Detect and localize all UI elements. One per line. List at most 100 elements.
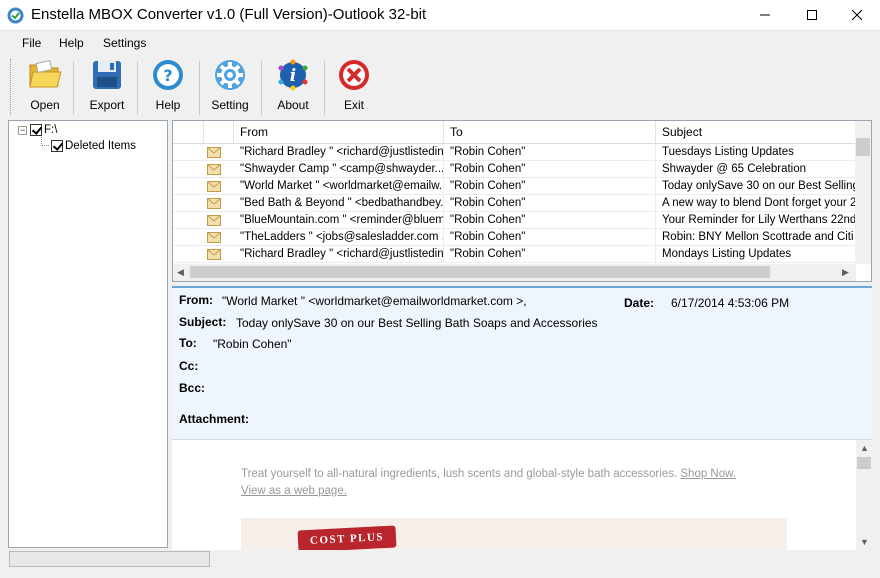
message-row[interactable]: "BlueMountain.com " <reminder@bluem... "… bbox=[173, 212, 856, 229]
message-to: "Robin Cohen" bbox=[444, 195, 656, 212]
about-button[interactable]: i About bbox=[270, 59, 316, 117]
shop-now-link[interactable]: Shop Now. bbox=[680, 468, 736, 480]
maximize-icon bbox=[807, 10, 817, 20]
message-from: "TheLadders " <jobs@salesladder.com ... bbox=[234, 229, 444, 246]
scroll-up-icon[interactable]: ▲ bbox=[860, 440, 869, 457]
from-value: "World Market " <worldmarket@emailworldm… bbox=[222, 294, 527, 308]
envelope-icon bbox=[207, 198, 221, 209]
envelope-icon bbox=[207, 164, 221, 175]
message-list: From To Subject "Richard Bradley " <rich… bbox=[172, 120, 872, 282]
column-header-subject[interactable]: Subject bbox=[656, 121, 856, 144]
message-to: "Robin Cohen" bbox=[444, 246, 656, 263]
toolbar-separator bbox=[199, 61, 200, 115]
open-label: Open bbox=[30, 98, 60, 112]
deleted-items-checkbox[interactable] bbox=[51, 140, 63, 152]
status-progress-field bbox=[9, 551, 210, 567]
scroll-thumb[interactable] bbox=[856, 138, 870, 156]
help-question-icon: ? bbox=[153, 60, 183, 90]
message-row[interactable]: "Shwayder Camp " <camp@shwayder.... "Rob… bbox=[173, 161, 856, 178]
message-subject: Today onlySave 30 on our Best Selling ..… bbox=[656, 178, 856, 195]
tree-root-label: F:\ bbox=[44, 124, 58, 136]
view-web-page-link[interactable]: View as a web page. bbox=[241, 485, 347, 497]
column-header-icon[interactable] bbox=[204, 121, 234, 144]
message-to: "Robin Cohen" bbox=[444, 178, 656, 195]
date-value: 6/17/2014 4:53:06 PM bbox=[671, 296, 790, 310]
save-disk-icon bbox=[93, 61, 121, 89]
toolbar: Open Export ? Help Setting i About Exit bbox=[0, 55, 880, 120]
export-button[interactable]: Export bbox=[83, 59, 131, 117]
message-body-preview: Treat yourself to all-natural ingredient… bbox=[172, 439, 872, 550]
message-row[interactable]: "Bed Bath & Beyond " <bedbathandbey... "… bbox=[173, 195, 856, 212]
message-header-panel: From: "World Market " <worldmarket@email… bbox=[172, 286, 872, 439]
message-row[interactable]: "TheLadders " <jobs@salesladder.com ... … bbox=[173, 229, 856, 246]
folder-tree: − F:\ Deleted Items bbox=[8, 120, 168, 548]
column-header-from[interactable]: From bbox=[234, 121, 444, 144]
app-logo-icon bbox=[7, 7, 24, 24]
close-icon bbox=[851, 9, 863, 21]
to-label: To: bbox=[179, 336, 197, 350]
menu-help[interactable]: Help bbox=[59, 36, 84, 50]
message-to: "Robin Cohen" bbox=[444, 161, 656, 178]
message-subject: Mondays Listing Updates bbox=[656, 246, 856, 263]
message-to: "Robin Cohen" bbox=[444, 144, 656, 161]
about-label: About bbox=[277, 98, 309, 112]
bcc-label: Bcc: bbox=[179, 381, 206, 395]
body-vertical-scrollbar[interactable]: ▲ ▼ bbox=[856, 440, 872, 550]
message-from: "Richard Bradley " <richard@justlistedin… bbox=[234, 144, 444, 161]
maximize-button[interactable] bbox=[789, 0, 835, 30]
window-title: Enstella MBOX Converter v1.0 (Full Versi… bbox=[31, 6, 427, 23]
svg-text:?: ? bbox=[163, 66, 172, 85]
gear-icon bbox=[215, 60, 245, 90]
message-to: "Robin Cohen" bbox=[444, 212, 656, 229]
minimize-icon bbox=[760, 14, 770, 16]
tree-item-deleted-items[interactable]: Deleted Items bbox=[51, 139, 136, 153]
from-label: From: bbox=[179, 293, 213, 307]
menu-file[interactable]: File bbox=[22, 36, 41, 50]
open-button[interactable]: Open bbox=[22, 59, 68, 117]
cc-label: Cc: bbox=[179, 359, 199, 373]
cost-plus-logo: COST PLUS bbox=[297, 525, 397, 550]
envelope-icon bbox=[207, 215, 221, 226]
message-from: "Bed Bath & Beyond " <bedbathandbey... bbox=[234, 195, 444, 212]
body-intro-text: Treat yourself to all-natural ingredient… bbox=[241, 468, 678, 480]
scroll-left-icon[interactable]: ◀ bbox=[177, 264, 184, 281]
help-button[interactable]: ? Help bbox=[147, 59, 189, 117]
envelope-icon bbox=[207, 181, 221, 192]
message-list-horizontal-scrollbar[interactable]: ◀ ▶ bbox=[173, 264, 856, 281]
menu-bar: File Help Settings bbox=[0, 31, 880, 55]
envelope-icon bbox=[207, 249, 221, 260]
scroll-thumb[interactable] bbox=[857, 457, 871, 469]
message-row[interactable]: "World Market " <worldmarket@emailw... "… bbox=[173, 178, 856, 195]
message-subject: Your Reminder for Lily Werthans 22nd B..… bbox=[656, 212, 856, 229]
scroll-down-icon[interactable]: ▼ bbox=[860, 534, 869, 550]
message-subject: A new way to blend Dont forget your 20..… bbox=[656, 195, 856, 212]
scroll-thumb[interactable] bbox=[190, 266, 770, 278]
exit-x-icon bbox=[339, 60, 369, 90]
exit-button[interactable]: Exit bbox=[334, 59, 374, 117]
collapse-icon[interactable]: − bbox=[18, 125, 27, 135]
message-row[interactable]: "Richard Bradley " <richard@justlistedin… bbox=[173, 246, 856, 263]
toolbar-grip bbox=[10, 59, 13, 115]
export-label: Export bbox=[89, 98, 125, 112]
column-header-flag[interactable] bbox=[173, 121, 204, 144]
exit-label: Exit bbox=[343, 98, 364, 112]
minimize-button[interactable] bbox=[742, 0, 788, 30]
column-header-to[interactable]: To bbox=[444, 121, 656, 144]
toolbar-separator bbox=[324, 61, 325, 115]
message-row[interactable]: "Richard Bradley " <richard@justlistedin… bbox=[173, 144, 856, 161]
message-from: "Richard Bradley " <richard@justlistedin… bbox=[234, 246, 444, 263]
date-label: Date: bbox=[624, 296, 655, 310]
info-icon: i bbox=[278, 59, 308, 91]
message-subject: Shwayder @ 65 Celebration bbox=[656, 161, 856, 178]
message-to: "Robin Cohen" bbox=[444, 229, 656, 246]
scroll-right-icon[interactable]: ▶ bbox=[842, 264, 849, 281]
svg-text:i: i bbox=[290, 66, 296, 86]
menu-settings[interactable]: Settings bbox=[103, 36, 146, 50]
email-banner: COST PLUS bbox=[241, 518, 787, 550]
root-checkbox[interactable] bbox=[30, 124, 42, 136]
tree-root-node[interactable]: − F:\ bbox=[18, 123, 57, 137]
subject-value: Today onlySave 30 on our Best Selling Ba… bbox=[236, 316, 598, 330]
close-window-button[interactable] bbox=[834, 0, 880, 30]
message-list-vertical-scrollbar[interactable] bbox=[855, 121, 871, 264]
setting-button[interactable]: Setting bbox=[207, 59, 253, 117]
